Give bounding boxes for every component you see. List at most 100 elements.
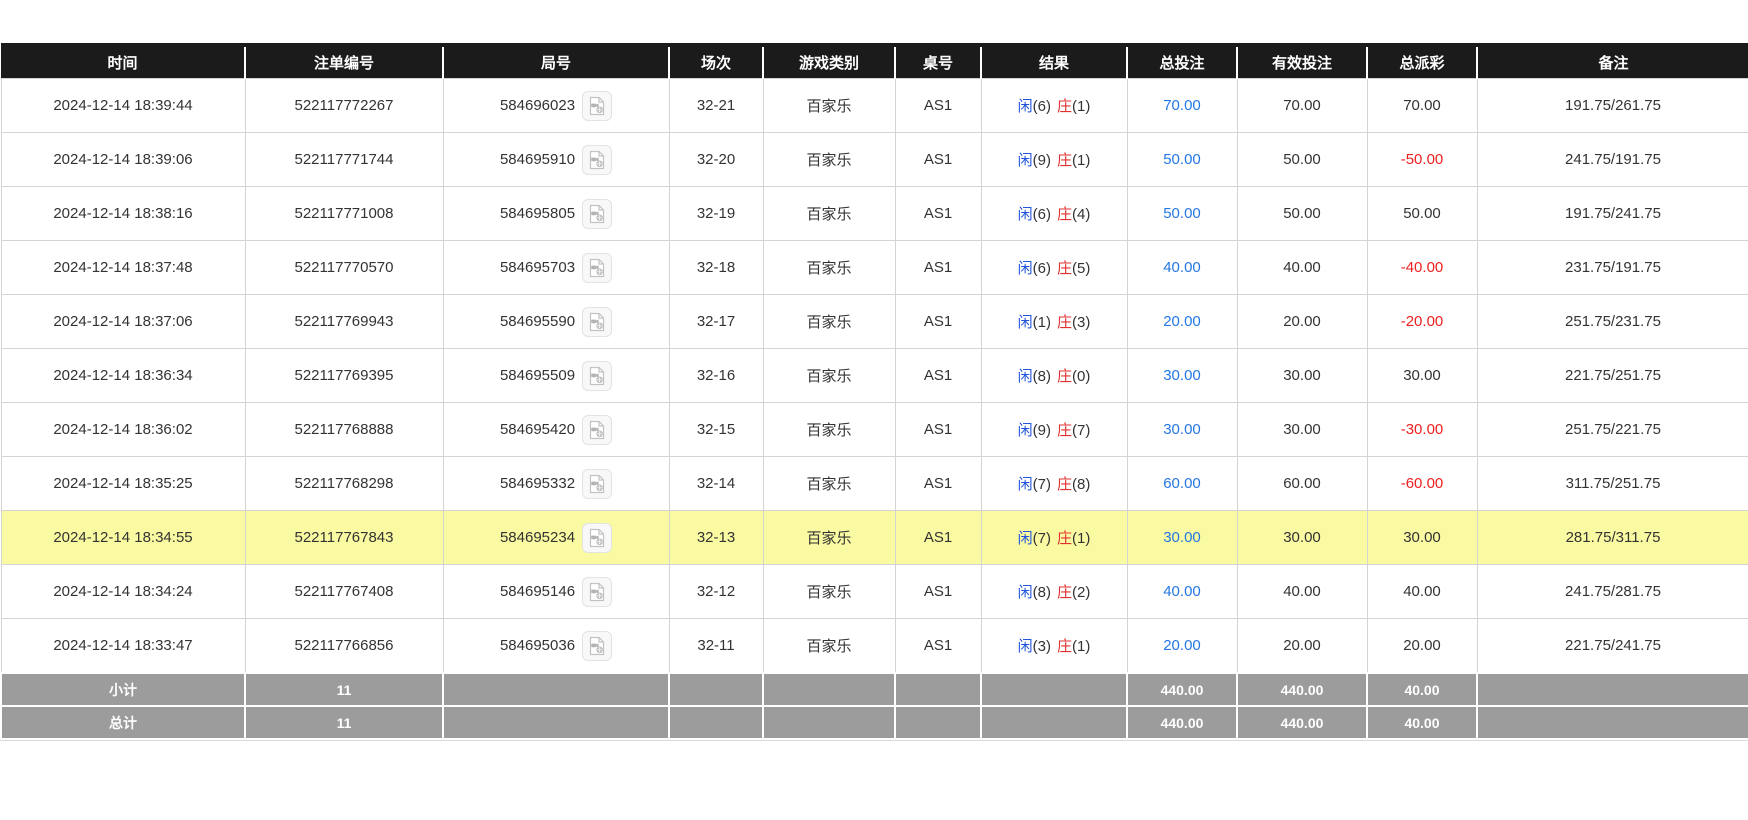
banker-result-score: (4)	[1072, 206, 1090, 223]
cell-total-bet[interactable]: 40.00	[1127, 241, 1237, 295]
table-row[interactable]: 2024-12-14 18:37:48522117770570584695703…	[1, 241, 1748, 295]
cell-session: 32-15	[669, 403, 763, 457]
cell-remark: 191.75/241.75	[1477, 187, 1748, 241]
subtotal-row-empty	[763, 673, 895, 706]
total-bet-link[interactable]: 40.00	[1163, 583, 1201, 600]
subtotal-row-empty	[981, 673, 1127, 706]
cell-time: 2024-12-14 18:39:06	[1, 133, 245, 187]
video-replay-button[interactable]	[582, 307, 612, 337]
table-row[interactable]: 2024-12-14 18:36:02522117768888584695420…	[1, 403, 1748, 457]
cell-table-no: AS1	[895, 511, 981, 565]
video-replay-button[interactable]	[582, 577, 612, 607]
video-replay-button[interactable]	[582, 199, 612, 229]
cell-total-bet[interactable]: 70.00	[1127, 79, 1237, 133]
total-bet-link[interactable]: 20.00	[1163, 313, 1201, 330]
table-row[interactable]: 2024-12-14 18:39:44522117772267584696023…	[1, 79, 1748, 133]
cell-game-type: 百家乐	[763, 565, 895, 619]
grand-total-row: 总计11440.00440.0040.00	[1, 706, 1748, 739]
total-bet-link[interactable]: 30.00	[1163, 367, 1201, 384]
video-replay-button[interactable]	[582, 361, 612, 391]
cell-game-type: 百家乐	[763, 619, 895, 674]
table-bottom-divider	[0, 740, 1748, 741]
column-header-round-id: 局号	[443, 45, 669, 79]
grand-total-row-count: 11	[245, 706, 443, 739]
cell-time: 2024-12-14 18:34:24	[1, 565, 245, 619]
video-replay-button[interactable]	[582, 145, 612, 175]
cell-total-bet[interactable]: 50.00	[1127, 133, 1237, 187]
column-header-total-bet: 总投注	[1127, 45, 1237, 79]
table-row[interactable]: 2024-12-14 18:39:06522117771744584695910…	[1, 133, 1748, 187]
total-bet-link[interactable]: 30.00	[1163, 421, 1201, 438]
video-replay-button[interactable]	[582, 253, 612, 283]
video-record-icon	[587, 258, 607, 278]
video-replay-button[interactable]	[582, 415, 612, 445]
table-row[interactable]: 2024-12-14 18:38:16522117771008584695805…	[1, 187, 1748, 241]
cell-total-bet[interactable]: 20.00	[1127, 619, 1237, 674]
subtotal-row-valid-bet: 440.00	[1237, 673, 1367, 706]
video-replay-button[interactable]	[582, 631, 612, 661]
cell-table-no: AS1	[895, 457, 981, 511]
cell-total-bet[interactable]: 60.00	[1127, 457, 1237, 511]
cell-session: 32-18	[669, 241, 763, 295]
cell-total-bet[interactable]: 40.00	[1127, 565, 1237, 619]
grand-total-row-label: 总计	[1, 706, 245, 739]
grand-total-row-empty	[763, 706, 895, 739]
cell-table-no: AS1	[895, 187, 981, 241]
cell-total-bet[interactable]: 20.00	[1127, 295, 1237, 349]
video-replay-button[interactable]	[582, 469, 612, 499]
banker-result-label: 庄	[1057, 530, 1072, 547]
cell-round-id: 584695420	[443, 403, 669, 457]
cell-bet-id: 522117772267	[245, 79, 443, 133]
cell-remark: 251.75/221.75	[1477, 403, 1748, 457]
total-bet-link[interactable]: 50.00	[1163, 205, 1201, 222]
video-record-icon	[587, 528, 607, 548]
video-replay-button[interactable]	[582, 523, 612, 553]
player-result-label: 闲	[1018, 98, 1033, 115]
table-row[interactable]: 2024-12-14 18:34:24522117767408584695146…	[1, 565, 1748, 619]
cell-round-id: 584695590	[443, 295, 669, 349]
video-record-icon	[587, 150, 607, 170]
banker-result-label: 庄	[1057, 638, 1072, 655]
cell-result: 闲(9)庄(1)	[981, 133, 1127, 187]
grand-total-row-total-bet: 440.00	[1127, 706, 1237, 739]
cell-remark: 281.75/311.75	[1477, 511, 1748, 565]
cell-total-bet[interactable]: 30.00	[1127, 403, 1237, 457]
banker-result-label: 庄	[1057, 422, 1072, 439]
cell-result: 闲(6)庄(5)	[981, 241, 1127, 295]
cell-time: 2024-12-14 18:33:47	[1, 619, 245, 674]
total-bet-link[interactable]: 40.00	[1163, 259, 1201, 276]
total-bet-link[interactable]: 30.00	[1163, 529, 1201, 546]
total-bet-link[interactable]: 60.00	[1163, 475, 1201, 492]
round-id-value: 584695509	[500, 367, 575, 384]
cell-remark: 311.75/251.75	[1477, 457, 1748, 511]
table-row[interactable]: 2024-12-14 18:33:47522117766856584695036…	[1, 619, 1748, 674]
cell-game-type: 百家乐	[763, 457, 895, 511]
total-bet-link[interactable]: 20.00	[1163, 637, 1201, 654]
total-bet-link[interactable]: 70.00	[1163, 97, 1201, 114]
cell-round-id: 584695910	[443, 133, 669, 187]
cell-total-bet[interactable]: 30.00	[1127, 349, 1237, 403]
table-row[interactable]: 2024-12-14 18:37:06522117769943584695590…	[1, 295, 1748, 349]
cell-bet-id: 522117767843	[245, 511, 443, 565]
cell-total-bet[interactable]: 30.00	[1127, 511, 1237, 565]
cell-table-no: AS1	[895, 241, 981, 295]
round-id-value: 584695234	[500, 529, 575, 546]
cell-bet-id: 522117767408	[245, 565, 443, 619]
table-row[interactable]: 2024-12-14 18:35:25522117768298584695332…	[1, 457, 1748, 511]
cell-result: 闲(7)庄(8)	[981, 457, 1127, 511]
cell-session: 32-19	[669, 187, 763, 241]
cell-bet-id: 522117771008	[245, 187, 443, 241]
column-header-remark: 备注	[1477, 45, 1748, 79]
cell-game-type: 百家乐	[763, 349, 895, 403]
player-result-score: (8)	[1033, 584, 1051, 601]
cell-total-bet[interactable]: 50.00	[1127, 187, 1237, 241]
cell-time: 2024-12-14 18:36:02	[1, 403, 245, 457]
cell-remark: 251.75/231.75	[1477, 295, 1748, 349]
table-row[interactable]: 2024-12-14 18:36:34522117769395584695509…	[1, 349, 1748, 403]
player-result-label: 闲	[1018, 260, 1033, 277]
video-replay-button[interactable]	[582, 91, 612, 121]
banker-result-score: (7)	[1072, 422, 1090, 439]
total-bet-link[interactable]: 50.00	[1163, 151, 1201, 168]
table-row[interactable]: 2024-12-14 18:34:55522117767843584695234…	[1, 511, 1748, 565]
player-result-score: (7)	[1033, 530, 1051, 547]
